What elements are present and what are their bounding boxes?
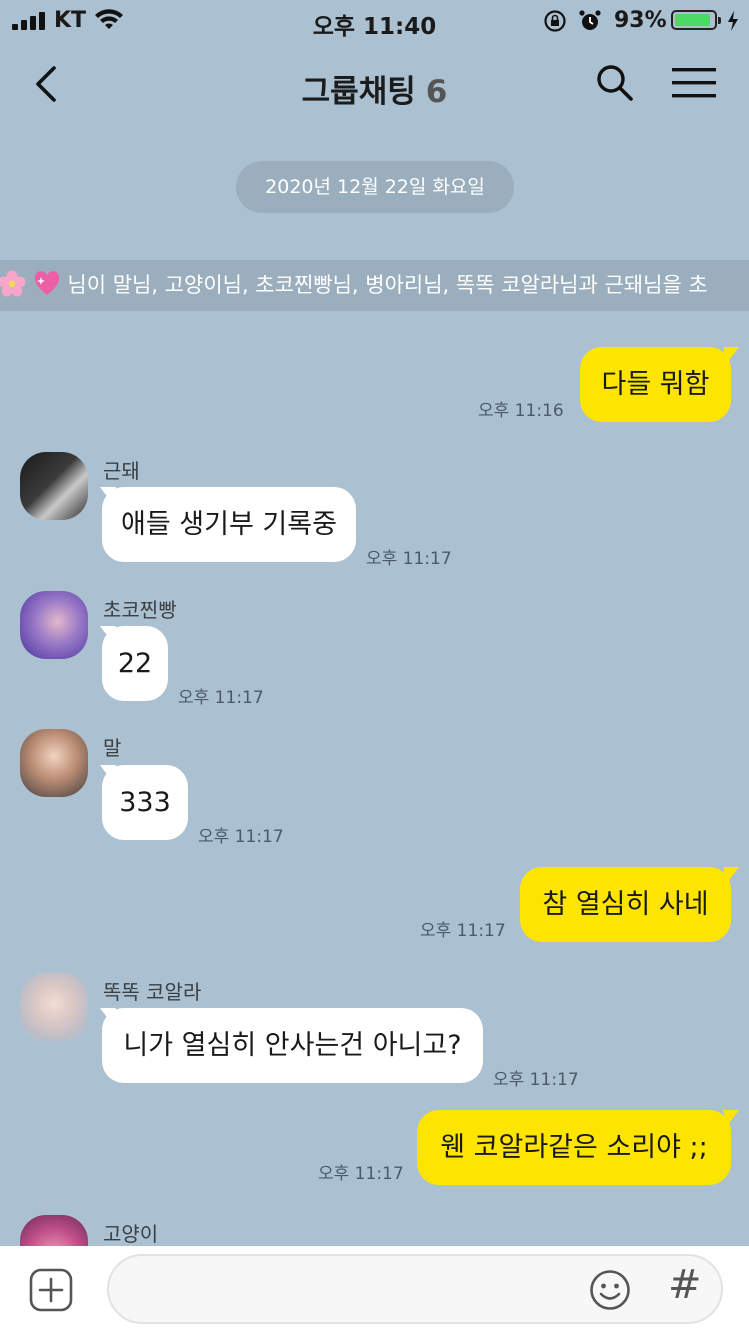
avatar[interactable] [20, 973, 88, 1041]
sender-name: 고양이 [103, 1222, 159, 1246]
chat-title: 그룹채팅 6 [0, 66, 749, 111]
their-message-bubble[interactable]: 애들 생기부 기록중 [102, 487, 356, 562]
message-time: 오후 11:16 [478, 401, 564, 421]
my-message-bubble[interactable]: 다들 뭐함 [580, 347, 731, 422]
message-time: 오후 11:17 [493, 1070, 579, 1090]
bubble-tail [723, 1110, 739, 1126]
search-icon[interactable] [594, 62, 634, 102]
message-time: 오후 11:17 [420, 921, 506, 941]
chat-room-name: 그룹채팅 [301, 74, 416, 110]
sender-name: 초코찐빵 [103, 598, 177, 622]
message-time: 오후 11:17 [178, 688, 264, 708]
message-time: 오후 11:17 [318, 1164, 404, 1184]
bubble-tail [723, 347, 739, 363]
avatar[interactable] [20, 729, 88, 797]
their-message-bubble[interactable]: 니가 열심히 안사는건 아니고? [102, 1008, 483, 1083]
their-message-bubble[interactable]: 333 [102, 765, 188, 840]
sender-name: 똑똑 코알라 [103, 980, 202, 1004]
cherry-blossom-icon [0, 270, 26, 297]
avatar[interactable] [20, 591, 88, 659]
emoji-icon[interactable] [589, 1269, 631, 1311]
message-input-bar [0, 1246, 749, 1334]
chat-header: 그룹채팅 6 [0, 50, 749, 120]
bubble-tail [723, 867, 739, 883]
message-time: 오후 11:17 [198, 827, 284, 847]
hashtag-icon[interactable]: # [668, 1262, 702, 1308]
member-count: 6 [425, 74, 448, 110]
battery-percent: 93% [614, 8, 667, 33]
hamburger-menu-icon[interactable] [672, 66, 716, 100]
plus-icon[interactable] [29, 1268, 73, 1312]
my-message-bubble[interactable]: 참 열심히 사네 [520, 867, 731, 942]
message-input[interactable] [133, 1272, 577, 1308]
invite-notice: 님이 말님, 고양이님, 초코찐빵님, 병아리님, 똑똑 코알라님과 근돼님을 … [0, 260, 749, 311]
avatar[interactable] [20, 452, 88, 520]
their-message-bubble[interactable]: 22 [102, 626, 168, 701]
battery-icon [671, 10, 721, 30]
charging-bolt-icon [728, 11, 738, 31]
status-bar: KT 오후 11:40 93% [0, 0, 749, 42]
sparkling-heart-icon [34, 271, 59, 295]
sender-name: 근돼 [103, 459, 140, 483]
message-time: 오후 11:17 [366, 549, 452, 569]
sender-name: 말 [103, 736, 122, 760]
my-message-bubble[interactable]: 웬 코알라같은 소리야 ;; [417, 1110, 731, 1185]
date-divider: 2020년 12월 22일 화요일 [236, 161, 514, 213]
alarm-icon [579, 10, 601, 30]
invite-text: 님이 말님, 고양이님, 초코찐빵님, 병아리님, 똑똑 코알라님과 근돼님을 … [67, 273, 708, 297]
rotation-lock-icon [544, 10, 566, 32]
